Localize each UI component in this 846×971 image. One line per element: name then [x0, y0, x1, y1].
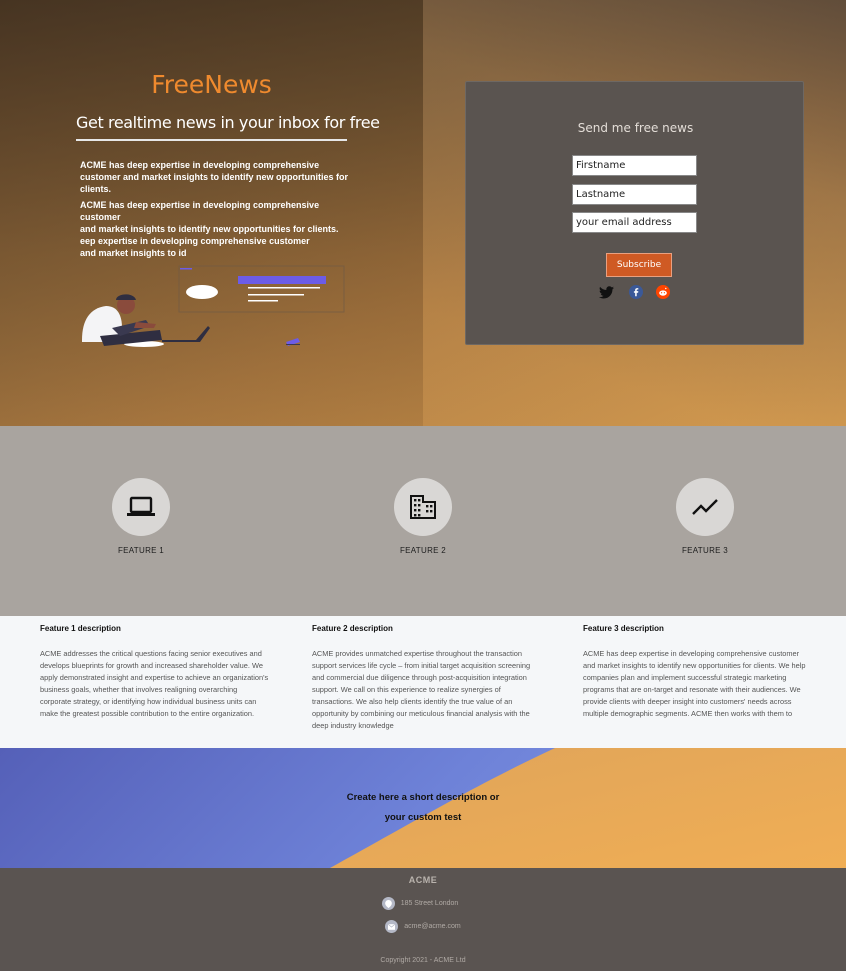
facebook-icon[interactable]: [628, 284, 644, 300]
footer-brand: ACME: [408, 875, 438, 885]
hero-section: FreeNews Get realtime news in your inbox…: [0, 0, 846, 426]
signup-title: Send me free news: [577, 121, 694, 135]
cta-banner: Create here a short description or your …: [0, 748, 846, 868]
footer: ACME 185 Street London acme@acme.com Cop…: [0, 868, 846, 971]
hero-paragraph-2-line: and market insights to identify new oppo…: [80, 224, 339, 234]
hero-paragraph-1: ACME has deep expertise in developing co…: [80, 160, 349, 194]
feature-label: FEATURE 3: [681, 546, 729, 555]
email-input[interactable]: [572, 212, 697, 233]
feature-2[interactable]: FEATURE 2: [363, 478, 483, 555]
subscribe-button[interactable]: Subscribe: [606, 253, 672, 277]
building-icon: [394, 478, 452, 536]
cta-text-line-1: Create here a short description or: [346, 792, 500, 803]
footer-address-text: 185 Street London: [400, 900, 459, 907]
person-with-laptop-illustration: [82, 265, 345, 347]
lastname-input[interactable]: [572, 184, 697, 205]
features-section: FEATURE 1 FEATURE 2 FEATURE 3: [0, 426, 846, 616]
feature-2-description: Feature 2 description ACME provides unma…: [312, 624, 542, 732]
hero-paragraph-2: ACME has deep expertise in developing co…: [80, 199, 360, 259]
feature-3[interactable]: FEATURE 3: [645, 478, 765, 555]
description-text: ACME addresses the critical questions fa…: [40, 649, 269, 718]
description-text: ACME has deep expertise in developing co…: [583, 649, 806, 718]
firstname-input[interactable]: [572, 155, 697, 176]
description-title: Feature 2 description: [312, 624, 393, 633]
description-title: Feature 1 description: [40, 624, 121, 633]
hero-paragraph-2-line: ACME has deep expertise in developing co…: [80, 200, 320, 222]
signup-card: Send me free news Subscribe: [465, 81, 804, 345]
description-text: ACME provides unmatched expertise throug…: [312, 649, 531, 730]
footer-email-text[interactable]: acme@acme.com: [404, 923, 461, 930]
reddit-icon[interactable]: [655, 284, 671, 300]
feature-descriptions: Feature 1 description ACME addresses the…: [0, 616, 846, 748]
feature-label: FEATURE 1: [117, 546, 165, 555]
laptop-icon: [112, 478, 170, 536]
cta-text-line-2: your custom test: [384, 812, 462, 823]
trend-line-icon: [676, 478, 734, 536]
twitter-icon[interactable]: [598, 284, 614, 300]
hero-paragraph-2-line: eep expertise in developing comprehensiv…: [80, 236, 310, 246]
hero-tagline: Get realtime news in your inbox for free: [76, 113, 380, 141]
envelope-icon: [385, 920, 399, 933]
copyright: Copyright 2021 - ACME Ltd: [380, 957, 466, 964]
feature-1[interactable]: FEATURE 1: [81, 478, 201, 555]
feature-label: FEATURE 2: [399, 546, 447, 555]
brand-logo[interactable]: FreeNews: [0, 70, 423, 99]
location-pin-icon: [381, 897, 395, 910]
feature-1-description: Feature 1 description ACME addresses the…: [40, 624, 270, 720]
footer-email[interactable]: acme@acme.com: [0, 920, 846, 933]
footer-address: 185 Street London: [0, 897, 843, 910]
hero-paragraph-2-line: and market insights to id: [80, 248, 187, 258]
description-title: Feature 3 description: [583, 624, 664, 633]
feature-3-description: Feature 3 description ACME has deep expe…: [583, 624, 813, 720]
